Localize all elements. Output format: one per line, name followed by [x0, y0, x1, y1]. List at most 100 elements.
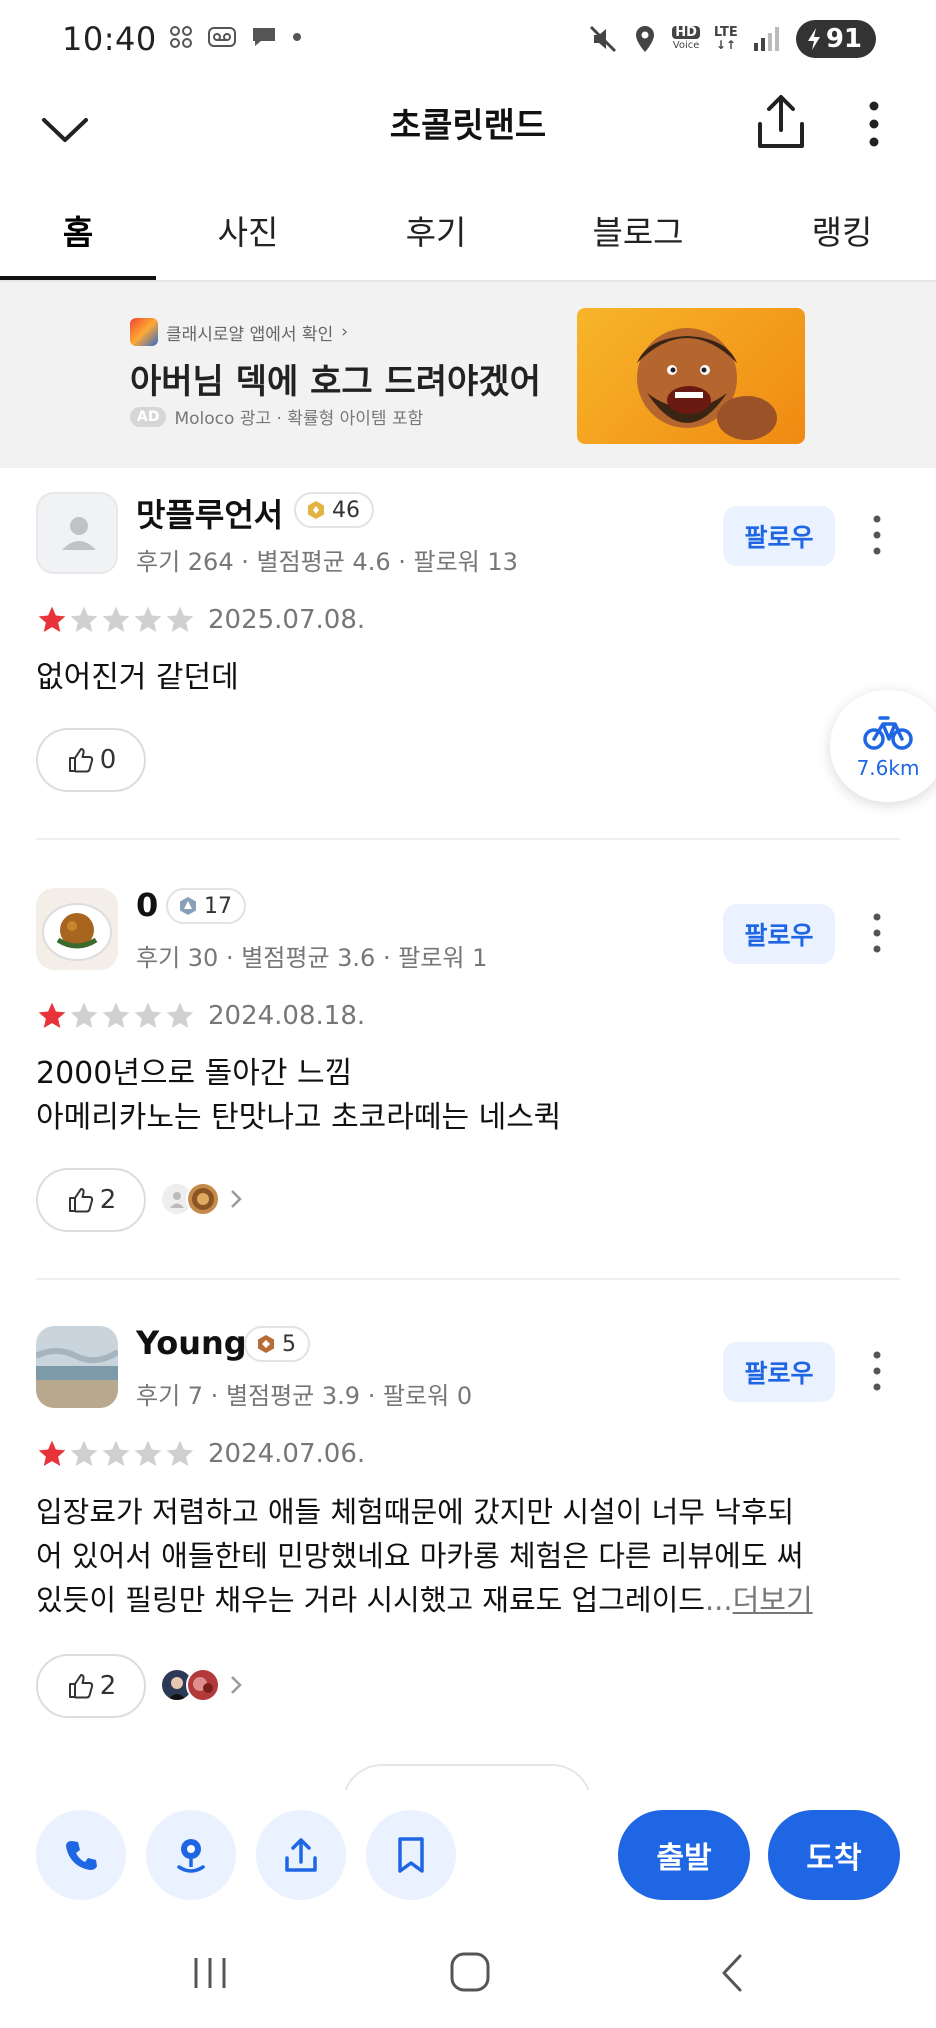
star-empty-icon — [70, 1002, 98, 1028]
review-divider — [36, 838, 900, 840]
review-text-line: 2000년으로 돌아간 느낌 — [36, 1056, 353, 1091]
bronze-level-icon — [258, 1335, 274, 1353]
signal-icon — [753, 27, 779, 51]
hd-voice-label: HD — [672, 26, 700, 39]
reviewer-level: 46 — [332, 497, 360, 523]
review-divider — [36, 1278, 900, 1280]
tab-photos[interactable]: 사진 — [170, 206, 326, 254]
save-bookmark-button[interactable] — [366, 1810, 456, 1900]
phone-icon — [66, 1841, 97, 1870]
chevron-right-icon — [231, 1676, 242, 1694]
tab-home[interactable]: 홈 — [0, 206, 156, 254]
review-text-line: 어 있어서 애들한테 민망했네요 마카롱 체험은 다른 리뷰에도 써 — [36, 1539, 804, 1573]
thumbs-up-icon — [68, 748, 93, 773]
reviewer-avatar[interactable] — [36, 492, 118, 574]
review-text-line: 있듯이 필링만 채우는 거라 시시했고 재료도 업그레이드 — [36, 1583, 705, 1617]
share-icon[interactable] — [754, 92, 808, 152]
review-text[interactable]: 입장료가 저렴하고 애들 체험때문에 갔지만 시설이 너무 낙후되 어 있어서 … — [36, 1490, 900, 1622]
ad-meta-text: Moloco 광고 · 확률형 아이템 포함 — [174, 409, 424, 429]
review-text-line: 아메리카노는 탄맛나고 초코라떼는 네스퀵 — [36, 1100, 562, 1135]
thumbs-up-icon — [68, 1188, 93, 1213]
follow-button[interactable]: 팔로우 — [723, 506, 835, 566]
reviewer-level: 5 — [282, 1331, 296, 1357]
hd-voice-icon: HD Voice — [672, 26, 700, 52]
reviewer-level-badge: 5 — [244, 1326, 310, 1362]
top-app-bar: 초콜릿랜드 — [0, 80, 936, 180]
review-date: 2024.07.06. — [208, 1439, 366, 1469]
ad-badge: AD — [130, 406, 167, 427]
tab-blog[interactable]: 블로그 — [560, 206, 716, 254]
chat-icon — [253, 28, 275, 46]
like-button[interactable]: 2 — [36, 1168, 146, 1232]
star-empty-icon — [166, 606, 194, 632]
follow-button[interactable]: 팔로우 — [723, 1342, 835, 1402]
like-count: 0 — [99, 745, 117, 775]
review-more-icon[interactable] — [865, 512, 889, 558]
reviewer-avatar[interactable] — [36, 888, 118, 970]
call-button[interactable] — [36, 1810, 126, 1900]
gold-level-icon — [308, 501, 324, 519]
reviewer-level-badge: 17 — [166, 888, 246, 924]
likers-row[interactable] — [160, 1182, 246, 1216]
depart-button[interactable]: 출발 — [618, 1810, 750, 1900]
review-more-icon[interactable] — [865, 1348, 889, 1394]
review-date: 2024.08.18. — [208, 1001, 366, 1031]
follow-button[interactable]: 팔로우 — [723, 904, 835, 964]
star-rating: 2025.07.08. — [36, 604, 365, 636]
star-empty-icon — [134, 1002, 162, 1028]
star-rating: 2024.07.06. — [36, 1438, 365, 1470]
reviewer-stats: 후기 264 · 별점평균 4.6 · 팔로워 13 — [136, 548, 518, 576]
silver-level-icon — [180, 897, 196, 915]
status-time: 10:40 — [62, 20, 157, 58]
liker-avatar — [186, 1668, 220, 1702]
review-text-line: 없어진거 같던데 — [36, 660, 239, 695]
star-rating: 2024.08.18. — [36, 1000, 365, 1032]
lte-icon: LTE ↓↑ — [713, 25, 738, 52]
reviewer-level-badge: 46 — [294, 492, 374, 528]
reviewer-name[interactable]: 0 — [136, 886, 158, 924]
reviewer-name[interactable]: Young — [136, 1324, 247, 1362]
tab-reviews[interactable]: 후기 — [358, 206, 514, 254]
star-empty-icon — [70, 1440, 98, 1466]
status-notification-icons — [168, 24, 302, 50]
status-system-icons: HD Voice LTE ↓↑ 91 — [588, 20, 876, 58]
star-filled-icon — [38, 606, 66, 632]
review-text[interactable]: 없어진거 같던데 — [36, 656, 900, 700]
ad-image — [577, 308, 805, 444]
review-text-line: 입장료가 저렴하고 애들 체험때문에 갔지만 시설이 너무 낙후되 — [36, 1495, 795, 1529]
bike-distance: 7.6km — [856, 756, 920, 780]
reviewer-level: 17 — [204, 893, 232, 919]
reviewer-name[interactable]: 맛플루언서 — [136, 490, 283, 536]
recent-apps-icon[interactable] — [180, 1948, 240, 1998]
likers-row[interactable] — [160, 1668, 246, 1702]
read-more-link[interactable]: 더보기 — [733, 1583, 813, 1617]
share-place-button[interactable] — [256, 1810, 346, 1900]
arrive-button[interactable]: 도착 — [768, 1810, 900, 1900]
star-empty-icon — [134, 606, 162, 632]
like-count: 2 — [99, 1671, 117, 1701]
like-button[interactable]: 2 — [36, 1654, 146, 1718]
tab-ranking[interactable]: 랭킹 — [764, 206, 920, 254]
home-icon[interactable] — [440, 1948, 500, 1998]
review-text[interactable]: 2000년으로 돌아간 느낌 아메리카노는 탄맛나고 초코라떼는 네스퀵 — [36, 1052, 900, 1140]
review-item: 0 17 후기 30 · 별점평균 3.6 · 팔로워 1 팔로우 2024.0… — [0, 862, 936, 1280]
tab-bar: 홈 사진 후기 블로그 랭킹 — [0, 180, 936, 282]
bottom-action-bar: 출발 도착 — [0, 1790, 936, 1920]
street-view-button[interactable] — [146, 1810, 236, 1900]
like-button[interactable]: 0 — [36, 728, 146, 792]
battery-level: 91 — [825, 24, 862, 54]
ad-source-label: 클래시로얄 앱에서 확인 — [166, 324, 334, 345]
hd-voice-sub: Voice — [672, 40, 700, 51]
dot-icon — [293, 33, 301, 41]
review-more-icon[interactable] — [865, 910, 889, 956]
back-icon[interactable] — [702, 1948, 762, 1998]
review-item: 맛플루언서 46 후기 264 · 별점평균 4.6 · 팔로워 13 팔로우 … — [0, 468, 936, 840]
ad-banner[interactable]: 클래시로얄 앱에서 확인 › 아버님 덱에 호그 드려야겠어 AD Moloco… — [0, 282, 936, 468]
like-count: 2 — [99, 1185, 117, 1215]
reviewer-avatar[interactable] — [36, 1326, 118, 1408]
bike-route-button[interactable]: 7.6km — [830, 690, 936, 802]
mute-icon — [590, 25, 617, 53]
more-options-icon[interactable] — [862, 94, 886, 154]
star-empty-icon — [70, 606, 98, 632]
star-empty-icon — [166, 1002, 194, 1028]
